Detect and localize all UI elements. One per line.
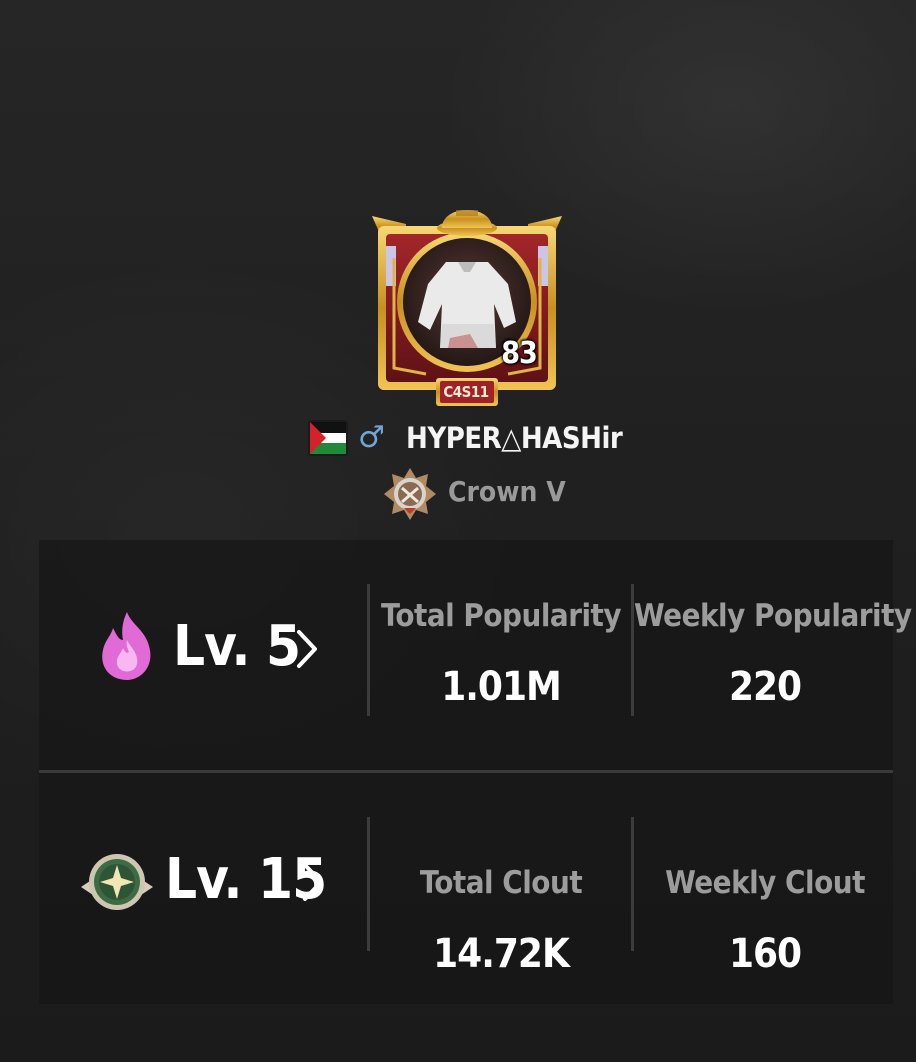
chevron-right-icon xyxy=(295,628,319,674)
popularity-level-label: Lv. 5 xyxy=(173,614,301,679)
clout-row: Lv. 15 Total Clout 14.72K Weekly Clout 1… xyxy=(39,773,893,1003)
weekly-clout-value: 160 xyxy=(728,931,802,977)
star-emblem-icon xyxy=(79,849,155,919)
avatar-frame-art xyxy=(372,210,562,406)
total-popularity-cell: Total Popularity 1.01M xyxy=(370,540,632,770)
weekly-clout-label: Weekly Clout xyxy=(665,865,865,901)
crown-rank-badge-icon xyxy=(382,466,438,526)
avatar-level: 83 xyxy=(501,336,538,371)
rank-name: Crown V xyxy=(448,475,566,508)
weekly-popularity-label: Weekly Popularity xyxy=(634,598,912,634)
stats-panel: Lv. 5 Total Popularity 1.01M Weekly Popu… xyxy=(39,540,912,1004)
total-popularity-label: Total Popularity xyxy=(380,598,622,634)
chevron-right-icon xyxy=(301,861,325,907)
weekly-popularity-cell: Weekly Popularity 220 xyxy=(634,540,912,770)
popularity-level-button[interactable]: Lv. 5 xyxy=(39,540,369,770)
player-name: HYPER△HASHir xyxy=(406,421,623,455)
player-name-row: ♂ HYPER△HASHir xyxy=(300,416,640,460)
popularity-row: Lv. 5 Total Popularity 1.01M Weekly Popu… xyxy=(39,540,912,770)
weekly-clout-cell: Weekly Clout 160 xyxy=(634,773,896,1003)
total-clout-cell: Total Clout 14.72K xyxy=(370,773,632,1003)
weekly-popularity-value: 220 xyxy=(728,664,802,710)
flame-icon xyxy=(99,610,155,686)
palestine-flag-icon xyxy=(308,420,348,460)
clout-level-button[interactable]: Lv. 15 xyxy=(39,773,369,1003)
total-popularity-value: 1.01M xyxy=(441,664,562,710)
avatar-frame[interactable] xyxy=(366,198,568,410)
male-gender-icon: ♂ xyxy=(358,420,385,455)
avatar-season-tag: C4S11 xyxy=(443,383,489,401)
rank-row[interactable]: Crown V xyxy=(382,466,582,520)
total-clout-label: Total Clout xyxy=(419,865,583,901)
total-clout-value: 14.72K xyxy=(433,931,570,977)
